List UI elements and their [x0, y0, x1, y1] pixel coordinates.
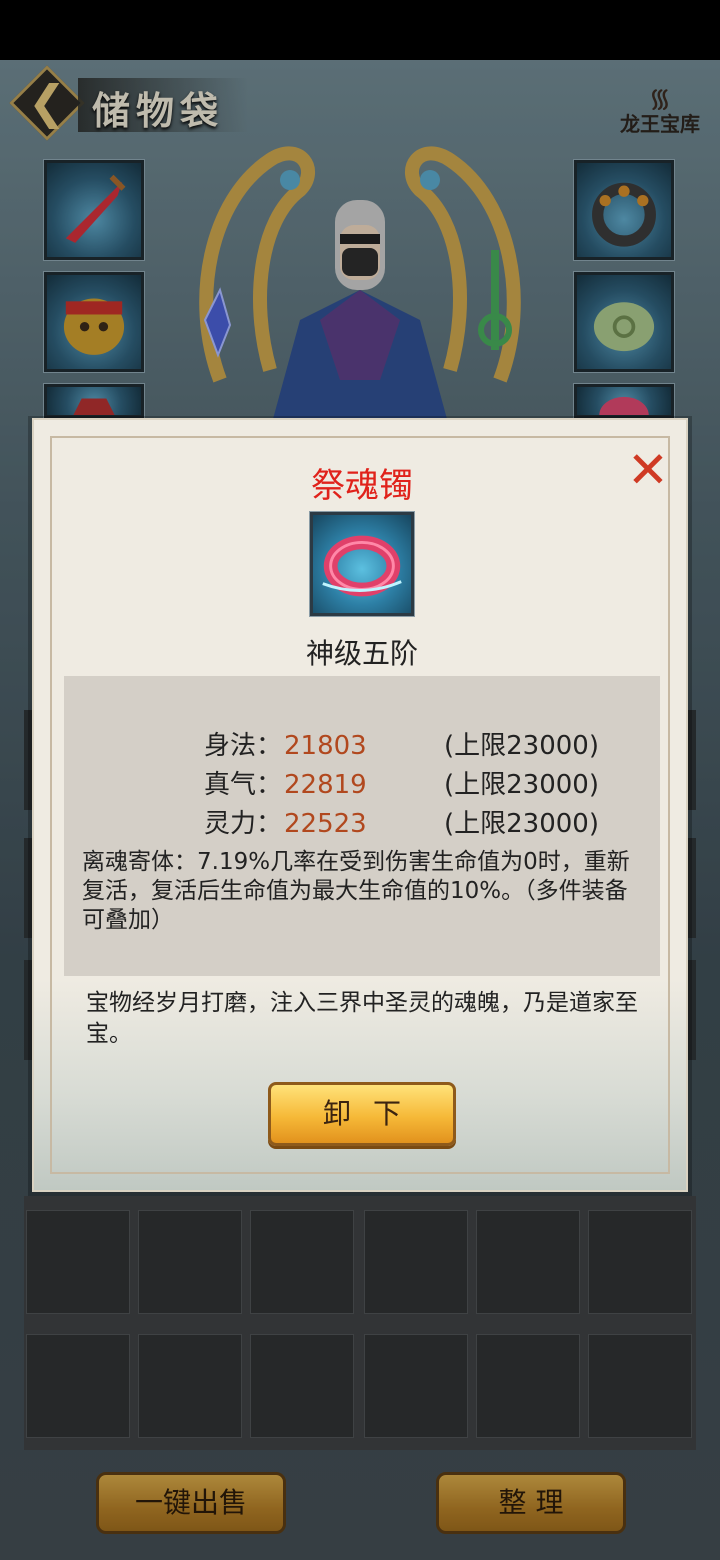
stat-limit: (上限23000): [444, 809, 599, 839]
item-flavor-text: 宝物经岁月打磨，注入三界中圣灵的魂魄，乃是道家至宝。: [86, 990, 638, 1047]
ring-icon: [322, 535, 402, 597]
stat-row: 真气： 22819 (上限23000): [64, 767, 660, 803]
stat-name: 灵力：: [204, 809, 283, 839]
unequip-button[interactable]: 卸下: [268, 1082, 456, 1146]
item-grade: 神级五阶: [305, 637, 418, 670]
close-icon[interactable]: ✕: [624, 445, 672, 495]
stat-limit: (上限23000): [444, 731, 599, 761]
stat-value: 21803: [284, 731, 367, 761]
item-name: 祭魂镯: [311, 466, 413, 506]
stat-value: 22523: [284, 809, 367, 839]
status-bar: [0, 0, 720, 60]
stat-name: 身法：: [204, 731, 283, 761]
item-skill-description: 离魂寄体：7.19%几率在受到伤害生命值为0时，重新复活，复活后生命值为最大生命…: [82, 849, 630, 933]
stat-value: 22819: [284, 770, 367, 800]
game-screen: ❮ 储物袋 ᯾ 龙王宝库 一键出售 整 理 祭魂镯 ✕ 神级五阶 身法： 218…: [0, 0, 720, 1560]
stat-row: 身法： 21803 (上限23000): [64, 728, 660, 764]
stat-limit: (上限23000): [444, 770, 599, 800]
item-detail-popup: 祭魂镯 ✕ 神级五阶 身法： 21803 (上限23000) 真气： 22819…: [32, 418, 688, 1192]
stat-row: 灵力： 22523 (上限23000): [64, 806, 660, 842]
stats-panel: 身法： 21803 (上限23000) 真气： 22819 (上限23000) …: [64, 676, 660, 976]
stat-name: 真气：: [204, 770, 283, 800]
item-icon: [309, 511, 415, 617]
